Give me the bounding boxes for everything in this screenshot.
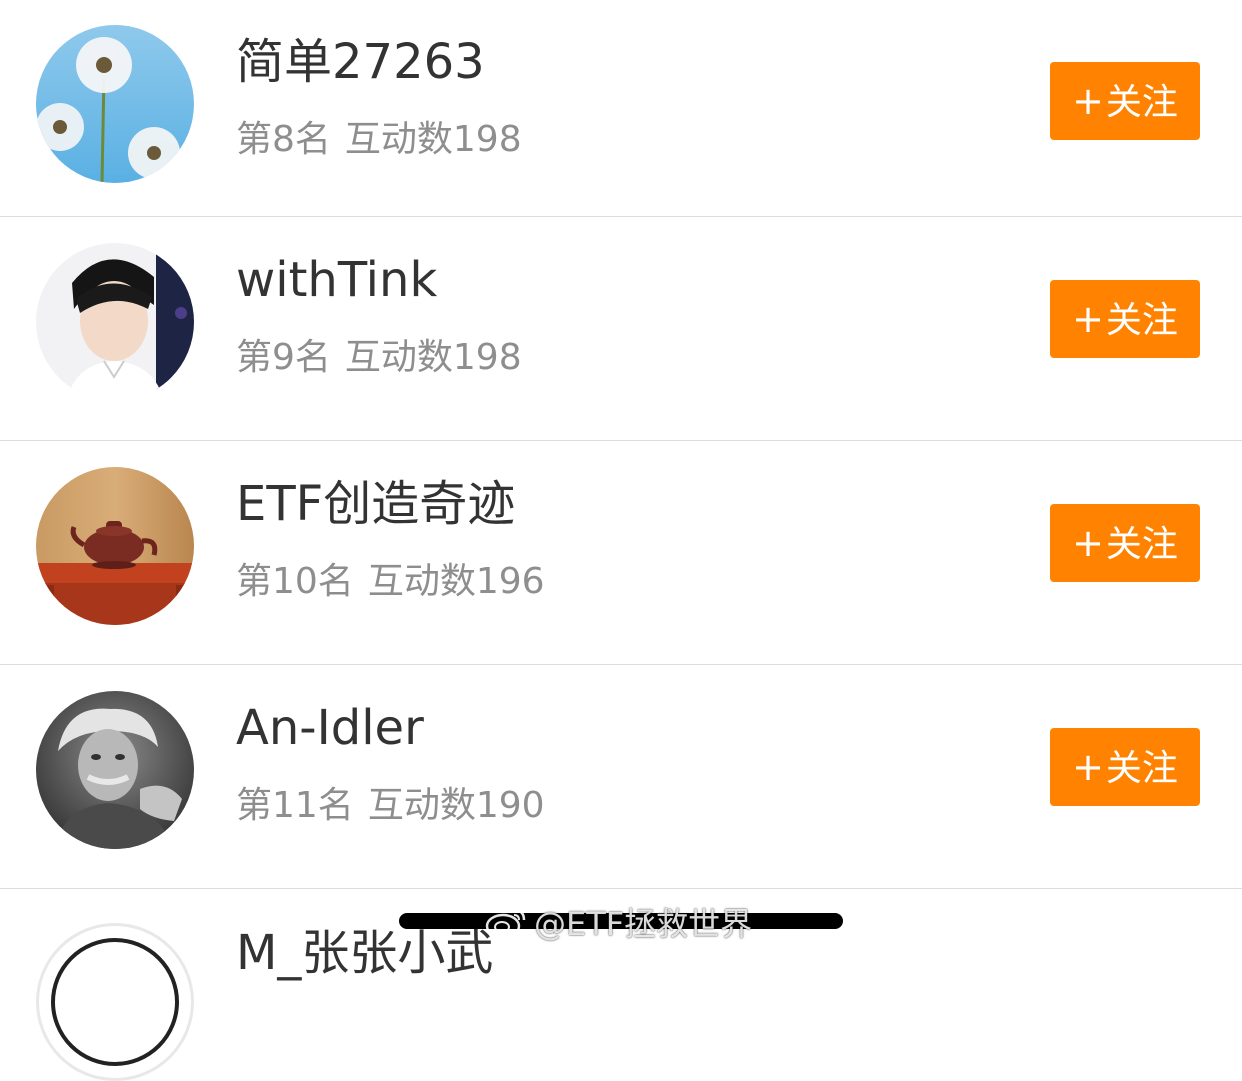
user-stats: 第8名 互动数198 bbox=[236, 118, 522, 162]
follow-button[interactable]: +关注 bbox=[1050, 280, 1200, 358]
interaction-count: 互动数190 bbox=[367, 785, 545, 826]
interaction-count: 互动数196 bbox=[367, 561, 545, 602]
ring-logo-avatar[interactable] bbox=[36, 923, 194, 1081]
plus-icon: + bbox=[1072, 745, 1104, 789]
user-name[interactable]: M_张张小武 bbox=[236, 925, 493, 981]
follow-label: 关注 bbox=[1105, 524, 1178, 565]
avatar[interactable] bbox=[36, 25, 194, 183]
user-stats: 第11名 互动数190 bbox=[236, 784, 545, 828]
user-stats: 第10名 互动数196 bbox=[236, 560, 545, 604]
user-name[interactable]: An-Idler bbox=[236, 700, 424, 756]
watermark: @ETF拯救世界 bbox=[484, 900, 752, 944]
list-item[interactable]: An-Idler 第11名 互动数190 +关注 bbox=[0, 665, 1242, 889]
rank-label: 第11名 bbox=[236, 785, 354, 826]
weibo-logo-icon bbox=[485, 908, 526, 939]
follow-button[interactable]: +关注 bbox=[1050, 62, 1200, 140]
user-name[interactable]: withTink bbox=[236, 252, 437, 308]
rank-label: 第8名 bbox=[236, 119, 331, 160]
user-name[interactable]: ETF创造奇迹 bbox=[236, 476, 515, 532]
ranking-list: 简单27263 第8名 互动数198 +关注 withTink 第9名 互动数198 bbox=[0, 0, 1242, 1081]
follow-label: 关注 bbox=[1105, 82, 1178, 123]
list-item[interactable]: withTink 第9名 互动数198 +关注 bbox=[0, 217, 1242, 441]
dandelion-photo-avatar bbox=[36, 25, 194, 183]
avatar[interactable] bbox=[36, 467, 194, 625]
user-name[interactable]: 简单27263 bbox=[236, 34, 485, 90]
follow-label: 关注 bbox=[1105, 300, 1178, 341]
avatar[interactable] bbox=[36, 243, 194, 401]
ring-icon bbox=[51, 938, 179, 1066]
list-item[interactable]: ETF创造奇迹 第10名 互动数196 +关注 bbox=[0, 441, 1242, 665]
interaction-count: 互动数198 bbox=[344, 337, 522, 378]
interaction-count: 互动数198 bbox=[344, 119, 522, 160]
rank-label: 第9名 bbox=[236, 337, 331, 378]
plus-icon: + bbox=[1072, 79, 1104, 123]
watermark-text: @ETF拯救世界 bbox=[534, 905, 753, 943]
follow-label: 关注 bbox=[1105, 748, 1178, 789]
plus-icon: + bbox=[1072, 521, 1104, 565]
young-man-photo-avatar bbox=[36, 243, 194, 401]
rank-label: 第10名 bbox=[236, 561, 354, 602]
follow-button[interactable]: +关注 bbox=[1050, 728, 1200, 806]
avatar[interactable] bbox=[36, 691, 194, 849]
teapot-photo-avatar bbox=[36, 467, 194, 625]
list-item[interactable]: 简单27263 第8名 互动数198 +关注 bbox=[0, 0, 1242, 217]
einstein-photo-avatar bbox=[36, 691, 194, 849]
user-stats: 第9名 互动数198 bbox=[236, 336, 522, 380]
plus-icon: + bbox=[1072, 297, 1104, 341]
follow-button[interactable]: +关注 bbox=[1050, 504, 1200, 582]
